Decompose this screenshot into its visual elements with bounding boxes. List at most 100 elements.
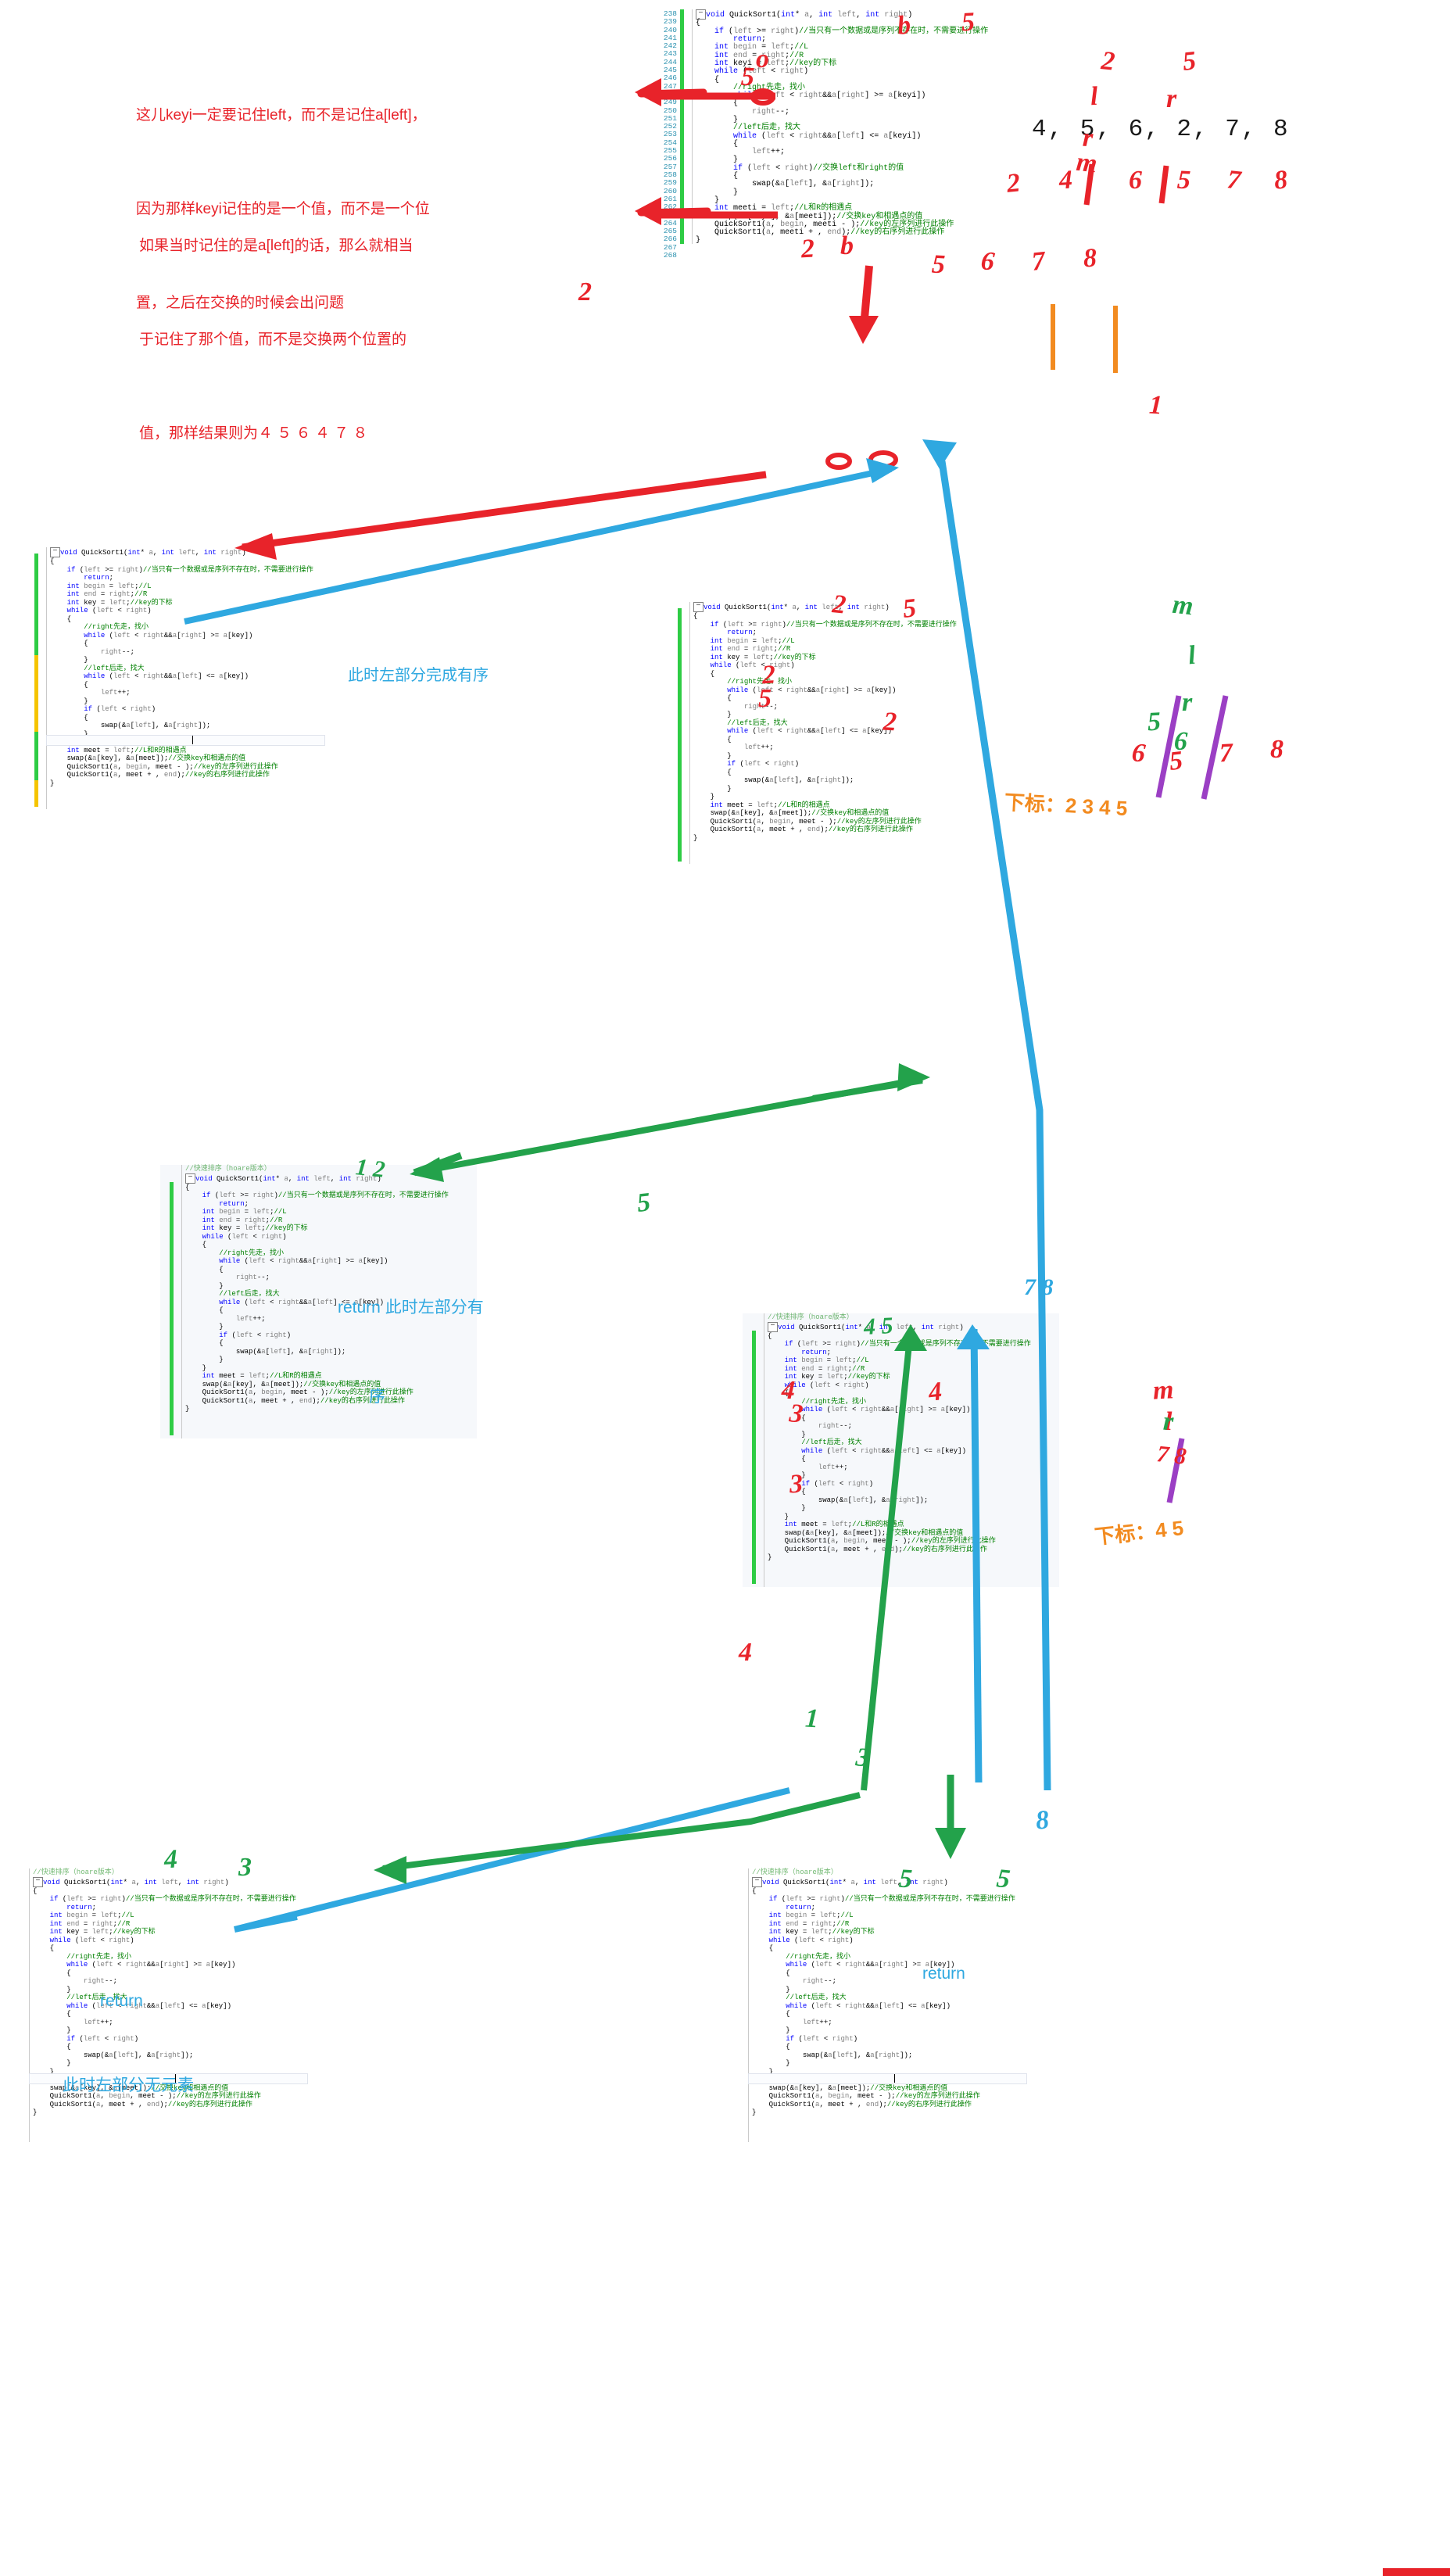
code-line[interactable]: { bbox=[33, 1887, 296, 1896]
code-line[interactable]: int end = right;//R bbox=[185, 1216, 449, 1225]
code-line[interactable]: } bbox=[768, 1504, 1031, 1513]
code-line[interactable]: //left后走，找大 bbox=[693, 719, 957, 728]
code-line[interactable]: − void QuickSort1(int* a, int left, int r… bbox=[696, 9, 988, 20]
code-line[interactable]: //快速排序（hoare版本） bbox=[768, 1313, 1031, 1322]
code-line[interactable]: while (left < right&&a[left] <= a[key]) bbox=[768, 1447, 1031, 1456]
code-line[interactable]: swap(&a[key], &a[meet]);//交换key和相遇点的值 bbox=[752, 2084, 1015, 2093]
code-line[interactable]: if (left < right) bbox=[752, 2035, 1015, 2044]
code-line[interactable]: return; bbox=[752, 1904, 1015, 1912]
code-line[interactable]: { bbox=[768, 1488, 1031, 1496]
code-line[interactable]: return; bbox=[50, 574, 313, 582]
code-line[interactable]: right--; bbox=[752, 1977, 1015, 1986]
code-line[interactable]: left++; bbox=[752, 2019, 1015, 2027]
code-line[interactable]: //left后走，找大 bbox=[768, 1438, 1031, 1447]
code-line[interactable]: { bbox=[752, 1969, 1015, 1978]
code-line[interactable]: swap(&a[left], &a[right]); bbox=[693, 776, 957, 785]
code-line[interactable]: while (left < right&&a[right] >= a[keyi]… bbox=[696, 91, 988, 100]
code-line[interactable]: − void QuickSort1(int* a, int left, int r… bbox=[752, 1876, 1015, 1887]
code-line[interactable]: QuickSort1(a, meet + , end);//key的右序列进行此… bbox=[752, 2101, 1015, 2109]
code-line[interactable]: int end = right;//R bbox=[693, 645, 957, 654]
code-line[interactable]: if (left >= right)//当只有一个数据或是序列不存在时，不需要进… bbox=[752, 1895, 1015, 1904]
code-line[interactable]: int key = left;//key的下标 bbox=[50, 599, 313, 607]
code-line[interactable]: int meet = left;//L和R的相遇点 bbox=[50, 747, 313, 755]
collapse-icon[interactable]: − bbox=[33, 1876, 43, 1887]
code-line[interactable]: while (left < right&&a[right] >= a[key]) bbox=[752, 1961, 1015, 1969]
code-line[interactable]: if (left >= right)//当只有一个数据或是序列不存在时，不需要进… bbox=[33, 1895, 296, 1904]
code-line[interactable]: swap(&a[left], &a[right]); bbox=[696, 181, 988, 188]
code-line[interactable]: if (left >= right)//当只有一个数据或是序列不存在时，不需要进… bbox=[50, 566, 313, 575]
code-line[interactable]: int meet = left;//L和R的相遇点 bbox=[768, 1521, 1031, 1529]
code-line[interactable]: } bbox=[752, 1986, 1015, 1994]
code-line[interactable]: } bbox=[693, 752, 957, 761]
code-line[interactable]: //left后走，找大 bbox=[752, 1994, 1015, 2002]
code-block-middle-right[interactable]: − void QuickSort1(int* a, int left, int r… bbox=[668, 602, 973, 864]
code-line[interactable]: { bbox=[752, 1944, 1015, 1953]
code-line[interactable]: } bbox=[752, 2026, 1015, 2035]
code-line[interactable]: { bbox=[50, 615, 313, 624]
code-line[interactable]: while (left < right&&a[left] <= a[key]) bbox=[50, 672, 313, 681]
code-line[interactable]: { bbox=[752, 1887, 1015, 1896]
code-line[interactable]: //right先走，找小 bbox=[50, 623, 313, 632]
code-line[interactable]: { bbox=[50, 640, 313, 648]
code-line[interactable]: //left后走，找大 bbox=[50, 665, 313, 673]
code-line[interactable]: int begin = left;//L bbox=[693, 637, 957, 646]
code-line[interactable]: //right先走，找小 bbox=[768, 1398, 1031, 1406]
code-line[interactable]: while (left < right) bbox=[696, 68, 988, 76]
code-line[interactable]: while (left < right) bbox=[693, 661, 957, 670]
code-line[interactable]: QuickSort1(a, begin, meet - );//key的左序列进… bbox=[752, 2092, 1015, 2101]
code-line[interactable]: { bbox=[768, 1414, 1031, 1423]
code-line[interactable]: { bbox=[693, 694, 957, 703]
code-line[interactable]: while (left < right&&a[right] >= a[key]) bbox=[768, 1406, 1031, 1414]
code-line[interactable]: right--; bbox=[50, 648, 313, 657]
code-line[interactable]: { bbox=[50, 714, 313, 722]
code-line[interactable]: return; bbox=[768, 1349, 1031, 1357]
code-line[interactable]: QuickSort1(a, meet + , end);//key的右序列进行此… bbox=[693, 826, 957, 834]
code-line[interactable]: int key = left;//key的下标 bbox=[693, 654, 957, 662]
code-line[interactable]: swap(&a[key], &a[meet]);//交换key和相遇点的值 bbox=[693, 809, 957, 818]
code-line[interactable]: − void QuickSort1(int* a, int left, int r… bbox=[50, 547, 313, 557]
code-line[interactable]: right--; bbox=[696, 108, 988, 116]
code-line[interactable]: return; bbox=[185, 1200, 449, 1209]
code-line[interactable]: } bbox=[693, 834, 957, 843]
code-line[interactable]: } bbox=[693, 711, 957, 719]
code-line[interactable]: int begin = left;//L bbox=[185, 1208, 449, 1216]
code-line[interactable]: swap(&a[key], &a[meet]);//交换key和相遇点的值 bbox=[50, 754, 313, 763]
code-line[interactable]: while (left < right) bbox=[50, 607, 313, 615]
code-line[interactable]: //right先走，找小 bbox=[693, 678, 957, 686]
code-line[interactable]: int end = right;//R bbox=[50, 590, 313, 599]
collapse-icon[interactable]: − bbox=[752, 1876, 762, 1887]
code-line[interactable]: { bbox=[752, 2043, 1015, 2051]
code-line[interactable]: //right先走，找小 bbox=[752, 1953, 1015, 1962]
code-line[interactable]: int begin = left;//L bbox=[33, 1911, 296, 1920]
code-line[interactable]: } bbox=[50, 697, 313, 706]
code-line[interactable]: int end = right;//R bbox=[768, 1365, 1031, 1374]
code-line[interactable]: return; bbox=[693, 629, 957, 637]
code-line[interactable]: return; bbox=[33, 1904, 296, 1912]
code-line[interactable]: QuickSort1(a, begin, meet - );//key的左序列进… bbox=[693, 818, 957, 826]
code-line[interactable]: while (left < right) bbox=[752, 1936, 1015, 1945]
code-line[interactable]: swap(&a[key], &a[meet]);//交换key和相遇点的值 bbox=[768, 1529, 1031, 1538]
code-line[interactable]: } bbox=[693, 785, 957, 794]
code-line[interactable]: } bbox=[752, 2059, 1015, 2068]
code-line[interactable]: QuickSort1(a, begin, meet - );//key的左序列进… bbox=[768, 1537, 1031, 1546]
code-line[interactable]: swap(&a[left], &a[right]); bbox=[768, 1496, 1031, 1505]
code-line[interactable]: { bbox=[50, 557, 313, 566]
code-line[interactable]: − void QuickSort1(int* a, int left, int r… bbox=[33, 1876, 296, 1887]
code-text[interactable]: //快速排序（hoare版本） − void QuickSort1(int* a, … bbox=[768, 1313, 1031, 1562]
code-line[interactable]: int key = left;//key的下标 bbox=[752, 1928, 1015, 1936]
code-line[interactable]: { bbox=[693, 769, 957, 777]
code-line[interactable]: while (left < right&&a[left] <= a[key]) bbox=[693, 727, 957, 736]
collapse-icon[interactable]: − bbox=[693, 602, 704, 612]
code-line[interactable]: } bbox=[768, 1553, 1031, 1562]
code-line[interactable]: QuickSort1(a, meet + , end);//key的右序列进行此… bbox=[768, 1546, 1031, 1554]
code-line[interactable]: swap(&a[left], &a[right]); bbox=[752, 2051, 1015, 2060]
code-line[interactable]: left++; bbox=[696, 149, 988, 156]
code-text[interactable]: − void QuickSort1(int* a, int left, int r… bbox=[50, 547, 313, 787]
collapse-icon[interactable]: − bbox=[185, 1173, 195, 1184]
code-line[interactable]: − void QuickSort1(int* a, int left, int r… bbox=[185, 1173, 449, 1184]
code-line[interactable]: int end = right;//R bbox=[33, 1920, 296, 1929]
code-line[interactable]: QuickSort1(a, meet + , end);//key的右序列进行此… bbox=[50, 771, 313, 779]
code-line[interactable]: int begin = left;//L bbox=[752, 1911, 1015, 1920]
code-line[interactable]: while (left < right) bbox=[768, 1381, 1031, 1390]
code-text[interactable]: − void QuickSort1(int* a, int left, int r… bbox=[693, 602, 957, 842]
